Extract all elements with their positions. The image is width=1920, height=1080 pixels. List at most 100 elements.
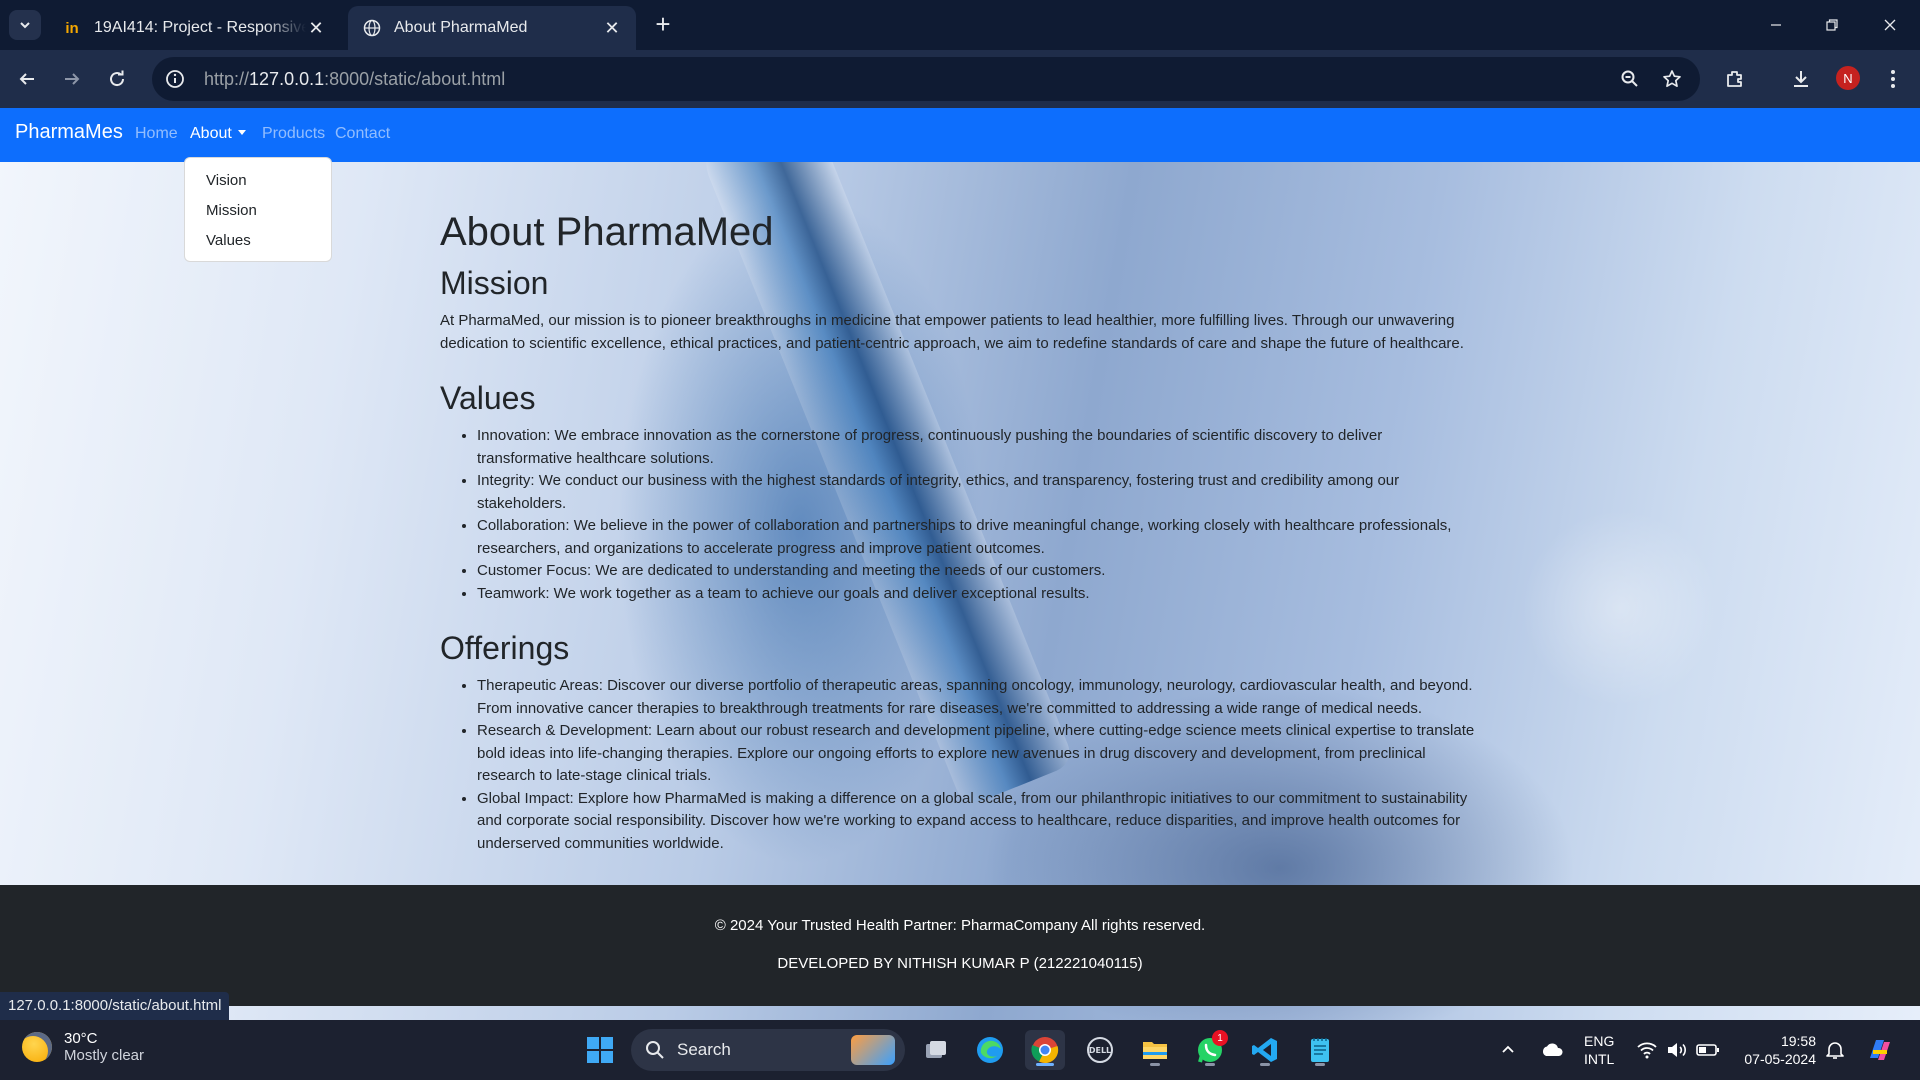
footer-copyright: © 2024 Your Trusted Health Partner: Phar… [714,917,1206,934]
battery-button[interactable] [1696,1020,1720,1080]
status-bar-url: 127.0.0.1:8000/static/about.html [0,992,230,1020]
active-indicator [1036,1063,1054,1066]
download-icon[interactable] [1784,62,1818,96]
list-item: Therapeutic Areas: Discover our diverse … [477,675,1480,720]
menu-kebab-icon[interactable] [1876,62,1910,96]
nav-link-about-label: About [190,125,232,142]
notifications-button[interactable] [1826,1020,1844,1080]
tab-title: About PharmaMed [394,19,528,36]
copilot-button[interactable] [1864,1020,1896,1080]
close-icon[interactable]: ✕ [602,18,622,38]
zoom-icon[interactable] [1615,64,1645,94]
brand-logo[interactable]: PharmaMes [15,121,123,144]
tab-title: 19AI414: Project - Responsive W [94,19,306,36]
arrow-right-icon [65,73,80,85]
dropdown-item-values[interactable]: Values [185,226,331,256]
browser-toolbar: http://127.0.0.1:8000/static/about.html … [0,50,1920,108]
folder-icon [1143,1042,1167,1059]
clock-date: 07-05-2024 [1744,1051,1816,1067]
profile-avatar[interactable]: N [1836,66,1860,90]
notification-badge: 1 [1212,1030,1228,1046]
tab-project[interactable]: in 19AI414: Project - Responsive W ✕ [48,6,340,50]
running-indicator [1150,1063,1160,1066]
battery-icon [1696,1044,1719,1056]
forward-button[interactable] [55,62,89,96]
whatsapp-app[interactable]: 1 [1190,1030,1230,1070]
chrome-app[interactable] [1025,1030,1065,1070]
volume-button[interactable] [1666,1020,1688,1080]
start-button[interactable] [580,1030,620,1070]
close-window-button[interactable] [1870,10,1910,40]
wifi-icon [1637,1042,1657,1059]
list-item: Research & Development: Learn about our … [477,720,1480,788]
footer-developer: DEVELOPED BY NITHISH KUMAR P (2122210401… [777,955,1143,972]
bookmark-star-icon[interactable] [1657,64,1687,94]
arrow-left-icon [19,73,34,85]
vscode-app[interactable] [1245,1030,1285,1070]
wifi-button[interactable] [1636,1020,1658,1080]
caret-down-icon [237,130,246,135]
input-language-indicator[interactable]: ENG INTL [1584,1032,1614,1068]
page-title: About PharmaMed [440,210,774,254]
instance-favicon-icon: in [65,19,79,37]
address-bar[interactable]: http://127.0.0.1:8000/static/about.html [152,57,1700,101]
mission-heading: Mission [440,265,549,301]
minimize-icon [1771,24,1781,26]
bell-icon [1826,1042,1844,1059]
running-indicator [1260,1063,1270,1066]
close-icon[interactable]: ✕ [306,18,326,38]
site-navbar: PharmaMes Home About Products Contact [0,108,1920,162]
about-dropdown-menu: Vision Mission Values [184,157,332,262]
weather-desc: Mostly clear [64,1047,145,1064]
globe-icon [362,18,382,38]
task-view-button[interactable] [916,1030,956,1070]
nav-link-contact[interactable]: Contact [335,125,390,143]
tab-search-button[interactable] [9,10,41,40]
list-item: Integrity: We conduct our business with … [477,470,1480,515]
edge-app[interactable] [970,1030,1010,1070]
site-footer: © 2024 Your Trusted Health Partner: Phar… [0,885,1920,1006]
reload-icon [110,70,125,87]
tray-overflow-button[interactable] [1500,1020,1516,1080]
minimize-button[interactable] [1756,10,1796,40]
dropdown-item-vision[interactable]: Vision [185,166,331,196]
values-list: Innovation: We embrace innovation as the… [440,425,1480,605]
file-explorer-app[interactable] [1135,1030,1175,1070]
dell-icon: DELL [1087,1037,1113,1063]
cloud-icon [1542,1043,1563,1056]
site-info-icon[interactable] [160,64,190,94]
back-button[interactable] [10,62,44,96]
values-heading: Values [440,380,536,416]
weather-temp: 30°C [64,1030,98,1047]
running-indicator [1315,1063,1325,1066]
nav-link-home[interactable]: Home [135,125,178,143]
speaker-icon [1668,1043,1686,1057]
system-clock[interactable]: 19:58 07-05-2024 [1730,1032,1816,1068]
onedrive-button[interactable] [1540,1020,1564,1080]
nav-link-about[interactable]: About [190,125,246,143]
restore-icon [1826,19,1838,31]
weather-moon-cloud-icon [22,1032,52,1062]
taskbar-search[interactable]: Search [631,1029,905,1071]
search-icon [646,1041,664,1059]
extensions-icon[interactable] [1718,62,1752,96]
page-viewport: PharmaMes Home About Products Contact Ab… [0,108,1920,1020]
weather-widget[interactable]: 30°C Mostly clear [22,1030,144,1064]
dropdown-item-mission[interactable]: Mission [185,196,331,226]
browser-tab-bar: in 19AI414: Project - Responsive W ✕ Abo… [0,0,1920,50]
tab-about-pharmamed[interactable]: About PharmaMed ✕ [348,6,636,50]
clock-time: 19:58 [1780,1033,1816,1049]
restore-button[interactable] [1812,10,1852,40]
list-item: Global Impact: Explore how PharmaMed is … [477,788,1480,856]
notepad-app[interactable] [1300,1030,1340,1070]
dell-app[interactable]: DELL [1080,1030,1120,1070]
chevron-down-icon [20,22,30,29]
offerings-heading: Offerings [440,630,570,666]
new-tab-button[interactable]: + [650,11,676,38]
vscode-icon [1252,1038,1277,1062]
reload-button[interactable] [100,62,134,96]
nav-link-products[interactable]: Products [262,125,325,143]
url-text[interactable]: http://127.0.0.1:8000/static/about.html [204,69,505,90]
offerings-list: Therapeutic Areas: Discover our diverse … [440,675,1480,855]
search-label: Search [677,1040,731,1059]
